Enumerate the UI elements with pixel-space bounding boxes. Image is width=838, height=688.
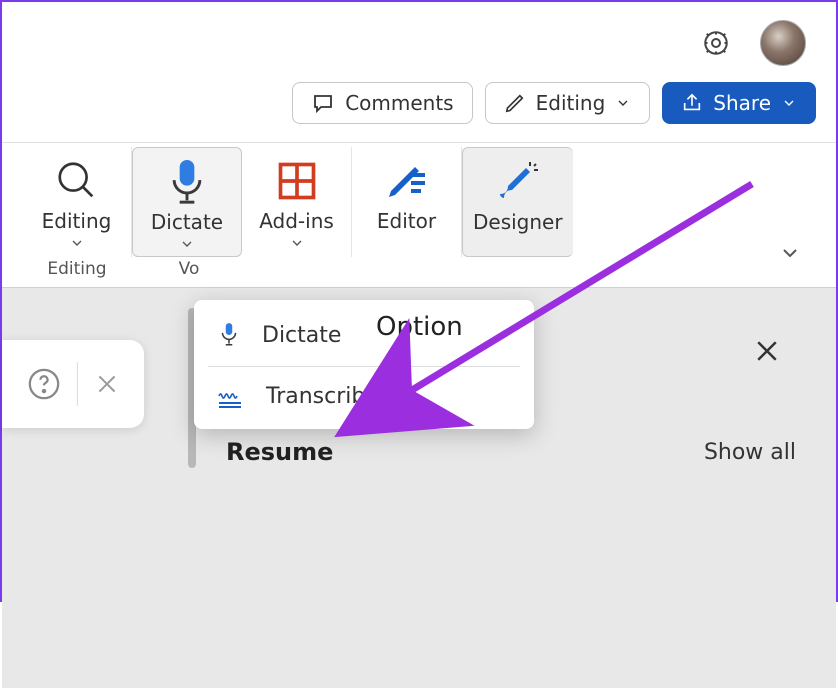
group-label-editing: Editing [22, 259, 132, 279]
panel-title: Resume [226, 438, 333, 466]
dictate-menu-label: Dictate [262, 323, 341, 348]
dictate-menu-item[interactable]: Dictate [194, 306, 534, 364]
help-icon[interactable] [27, 367, 61, 401]
close-icon [752, 336, 782, 366]
help-panel-tab [2, 340, 144, 428]
chevron-down-icon [615, 95, 631, 111]
transcribe-menu-item[interactable]: Transcribe [194, 369, 534, 423]
comments-label: Comments [345, 91, 453, 115]
designer-button[interactable]: Designer [462, 147, 573, 257]
microphone-icon [165, 158, 209, 206]
editor-label: Editor [377, 209, 436, 233]
chevron-down-icon [69, 235, 85, 251]
dictate-button[interactable]: Dictate [132, 147, 242, 257]
pencil-icon [504, 92, 526, 114]
settings-button[interactable] [700, 27, 732, 59]
chevron-down-icon [781, 95, 797, 111]
paintbrush-icon [494, 158, 542, 206]
editing-label: Editing [42, 209, 112, 233]
dictate-dropdown: Dictate Transcribe [194, 300, 534, 429]
transcribe-icon [216, 383, 246, 409]
chevron-down-icon [179, 236, 195, 252]
editing-button[interactable]: Editing [22, 147, 132, 257]
share-button[interactable]: Share [662, 82, 816, 124]
search-icon [54, 158, 100, 204]
show-all-link[interactable]: Show all [704, 440, 796, 465]
comment-icon [311, 91, 335, 115]
close-icon[interactable] [94, 371, 120, 397]
editing-mode-button[interactable]: Editing [485, 82, 651, 124]
share-label: Share [713, 91, 771, 115]
editor-button[interactable]: Editor [352, 147, 462, 257]
share-icon [681, 92, 703, 114]
editing-mode-label: Editing [536, 91, 606, 115]
pen-lines-icon [383, 157, 431, 205]
panel-close-button[interactable] [752, 336, 782, 370]
addins-label: Add-ins [259, 209, 334, 233]
gear-icon [701, 28, 731, 58]
ribbon-collapse-button[interactable] [778, 241, 802, 269]
avatar[interactable] [760, 20, 806, 66]
transcribe-menu-label: Transcribe [266, 384, 379, 409]
microphone-icon [216, 320, 242, 350]
group-label-voice: Vo [132, 259, 242, 279]
dictate-label: Dictate [151, 210, 223, 234]
divider [208, 366, 520, 367]
chevron-down-icon [778, 241, 802, 265]
divider [77, 362, 78, 406]
addins-button[interactable]: Add-ins [242, 147, 352, 257]
chevron-down-icon [289, 235, 305, 251]
designer-label: Designer [473, 210, 563, 234]
comments-button[interactable]: Comments [292, 82, 472, 124]
grid-icon [275, 159, 319, 203]
